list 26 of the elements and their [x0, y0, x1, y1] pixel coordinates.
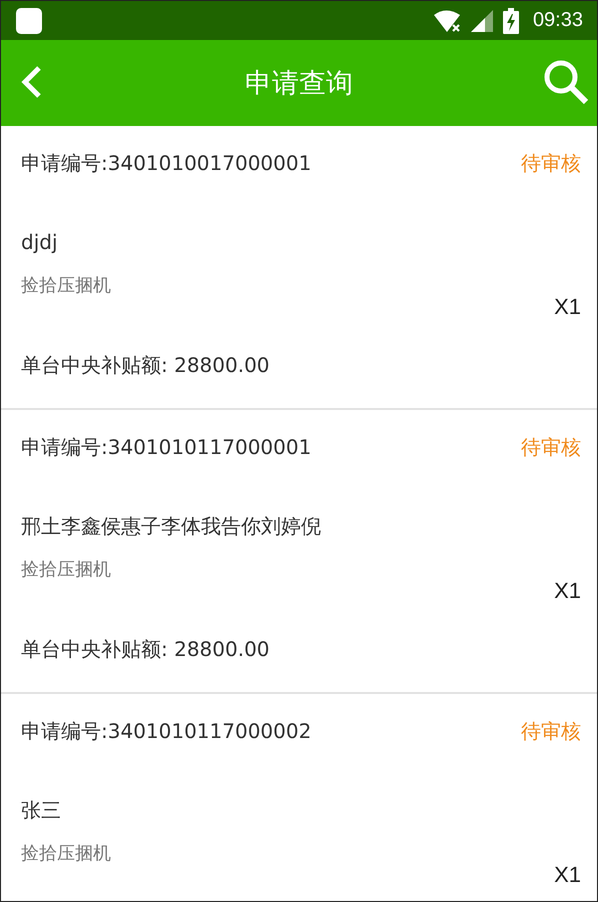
status-label: 待审核: [521, 150, 581, 176]
machine-type: 捡拾压捆机: [21, 274, 111, 298]
status-label: 待审核: [521, 718, 581, 744]
quantity: X1: [554, 294, 581, 320]
applicant-name: 邢土李鑫侯惠子李体我告你刘婷倪: [21, 513, 322, 540]
application-card[interactable]: 申请编号:3401010117000001 待审核 邢土李鑫侯惠子李体我告你刘婷倪 捡拾压捆机 X1 单台中央补贴额: 28800.00: [1, 410, 597, 694]
status-label: 待审核: [521, 434, 581, 460]
machine-type: 捡拾压捆机: [21, 558, 111, 582]
battery-charging-icon: [502, 8, 519, 34]
notification-icon: [16, 8, 42, 34]
applicant-name: djdj: [21, 229, 59, 256]
quantity: X1: [554, 578, 581, 604]
page-title: 申请查询: [245, 68, 353, 99]
machine-type: 捡拾压捆机: [21, 842, 111, 866]
application-card[interactable]: 申请编号:3401010017000001 待审核 djdj 捡拾压捆机 X1 单台中央补贴额: 28800.00: [1, 126, 597, 410]
signal-icon: [470, 8, 495, 32]
quantity: X1: [554, 862, 581, 888]
application-number: 申请编号:3401010017000001: [21, 150, 312, 176]
subsidy-amount: 单台中央补贴额: 28800.00: [21, 352, 271, 379]
clock-time: 09:33: [532, 9, 583, 32]
application-number: 申请编号:3401010117000002: [21, 718, 312, 744]
subsidy-amount: 单台中央补贴额: 28800.00: [21, 636, 271, 663]
applicant-name: 张三: [21, 797, 62, 824]
application-card[interactable]: 申请编号:3401010117000002 待审核 张三 捡拾压捆机 X1: [1, 694, 597, 902]
wifi-off-icon: [432, 8, 463, 34]
application-number: 申请编号:3401010117000001: [21, 434, 312, 460]
